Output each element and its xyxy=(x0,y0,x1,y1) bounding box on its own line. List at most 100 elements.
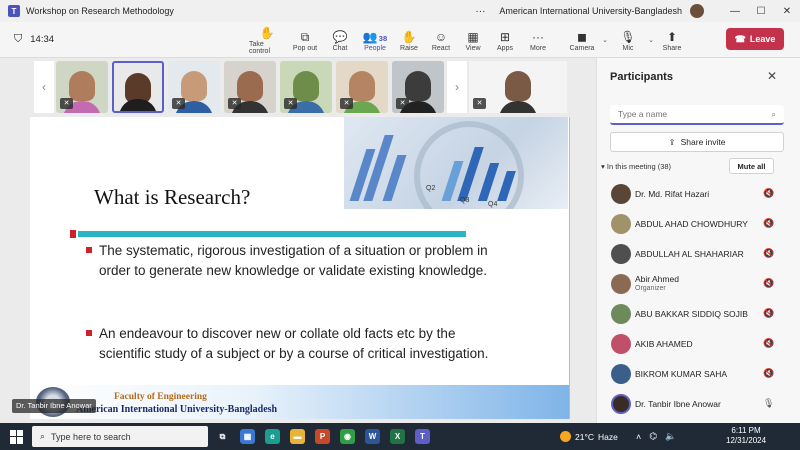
chevron-right-icon[interactable]: › xyxy=(447,61,467,113)
react-label: React xyxy=(431,44,451,52)
more-button[interactable]: ··· More xyxy=(521,22,555,58)
participant-name: BIKROM KUMAR SAHA xyxy=(635,369,728,379)
chat-button[interactable]: 💬 Chat xyxy=(323,22,357,58)
mic-off-icon[interactable]: 🔇 xyxy=(763,338,774,349)
mic-icon[interactable]: 🎙 xyxy=(763,398,774,409)
more-options-icon[interactable]: ··· xyxy=(475,6,485,17)
react-button[interactable]: ☺ React xyxy=(425,22,457,58)
mic-off-icon[interactable]: 🔇 xyxy=(763,308,774,319)
chevron-left-icon[interactable]: ‹ xyxy=(34,61,54,113)
powerpoint-icon[interactable]: P xyxy=(315,429,330,444)
participant-row[interactable]: BIKROM KUMAR SAHA 🔇 xyxy=(597,360,800,390)
mic-off-icon[interactable]: 🔇 xyxy=(763,188,774,199)
raise-hand-button[interactable]: ✋ Raise xyxy=(393,22,425,58)
apps-icon: ⊞ xyxy=(499,29,511,44)
shield-icon: ⛉ xyxy=(14,33,23,45)
chat-icon: 💬 xyxy=(332,29,348,44)
react-icon: ☺ xyxy=(434,29,448,44)
account-avatar[interactable] xyxy=(690,4,704,18)
participant-video-tile[interactable]: ✕ xyxy=(168,61,220,113)
taskbar-search-placeholder: Type here to search xyxy=(51,431,131,442)
file-explorer-icon[interactable]: ▬ xyxy=(290,429,305,444)
participant-video-tile[interactable]: ✕ xyxy=(280,61,332,113)
slide-photo-bar-chart: Q2 Q3 Q4 xyxy=(344,117,568,209)
mic-off-icon: ✕ xyxy=(473,98,486,109)
participant-video-tile[interactable]: ✕ xyxy=(224,61,276,113)
close-window-button[interactable]: ✕ xyxy=(774,6,800,17)
participant-video-tile[interactable]: ✕ xyxy=(56,61,108,113)
participant-video-tile[interactable] xyxy=(112,61,164,113)
avatar xyxy=(611,364,631,384)
sun-icon xyxy=(560,431,571,442)
share-icon: ⬆ xyxy=(666,29,678,44)
leave-label: Leave xyxy=(749,34,776,44)
taskbar-clock[interactable]: 6:11 PM 12/31/2024 xyxy=(726,426,766,446)
more-icon: ··· xyxy=(532,29,544,44)
windows-start-icon[interactable] xyxy=(10,429,24,444)
participant-name: AKIB AHAMED xyxy=(635,339,693,349)
mic-off-icon[interactable]: 🔇 xyxy=(763,248,774,259)
participant-video-tile[interactable]: ✕ xyxy=(336,61,388,113)
close-icon[interactable]: ✕ xyxy=(767,69,777,83)
meeting-toolbar: ⛉ 14:34 ✋ Take control ⧉ Pop out 💬 Chat 👥38 Peo… xyxy=(0,22,800,58)
participant-row[interactable]: Dr. Md. Rifat Hazari 🔇 xyxy=(597,180,800,210)
excel-icon[interactable]: X xyxy=(390,429,405,444)
participant-video-tile[interactable]: ✕ xyxy=(392,61,444,113)
view-icon: ▦ xyxy=(467,29,479,44)
mic-off-icon[interactable]: 🔇 xyxy=(763,218,774,229)
mic-off-icon: ✕ xyxy=(396,98,409,109)
take-control-label: Take control xyxy=(249,41,271,55)
participant-video-tile[interactable]: ✕ xyxy=(469,61,567,113)
participant-search[interactable]: ⌕ xyxy=(610,105,784,125)
windows-taskbar: ⌕ Type here to search ⧉ ▦ e ▬ P ◉ W X T 21°C Haz… xyxy=(0,423,800,450)
maximize-button[interactable]: ☐ xyxy=(748,6,774,17)
mic-options-chevron[interactable]: ⌄ xyxy=(645,22,657,58)
camera-options-chevron[interactable]: ⌄ xyxy=(599,22,611,58)
participant-row[interactable]: ABU BAKKAR SIDDIQ SOJIB 🔇 xyxy=(597,300,800,330)
mic-off-icon: ✕ xyxy=(60,98,73,109)
mic-off-icon[interactable]: 🔇 xyxy=(763,368,774,379)
mic-off-icon[interactable]: 🔇 xyxy=(763,278,774,289)
participant-row[interactable]: ABDULLAH AL SHAHARIAR 🔇 xyxy=(597,240,800,270)
mute-all-button[interactable]: Mute all xyxy=(729,158,774,174)
people-button[interactable]: 👥38 People xyxy=(357,22,393,58)
share-invite-button[interactable]: ⇪ Share invite xyxy=(610,132,784,152)
chevron-down-icon: ▾ xyxy=(601,162,605,171)
speaker-icon[interactable]: 🔈 xyxy=(665,431,676,442)
word-icon[interactable]: W xyxy=(365,429,380,444)
network-icon[interactable]: ⌬ xyxy=(649,431,657,442)
system-tray: ˄ ⌬ 🔈 xyxy=(636,423,676,450)
mic-button[interactable]: 🎙 Mic xyxy=(611,22,645,58)
pop-out-button[interactable]: ⧉ Pop out xyxy=(287,22,323,58)
participant-name: Dr. Md. Rifat Hazari xyxy=(635,189,710,199)
participant-row[interactable]: ABDUL AHAD CHOWDHURY 🔇 xyxy=(597,210,800,240)
camera-button[interactable]: ◼ Camera xyxy=(565,22,599,58)
apps-button[interactable]: ⊞ Apps xyxy=(489,22,521,58)
leave-button[interactable]: ☎ Leave xyxy=(726,28,784,50)
taskbar-search[interactable]: ⌕ Type here to search xyxy=(32,426,208,447)
participants-panel: Participants ✕ ⌕ ⇪ Share invite ▾ In thi… xyxy=(596,58,800,423)
in-meeting-section[interactable]: ▾ In this meeting (38) xyxy=(601,162,671,171)
chevron-up-icon[interactable]: ˄ xyxy=(636,432,641,442)
participant-search-input[interactable] xyxy=(618,109,758,119)
chart-label-q3: Q3 xyxy=(460,197,470,204)
participant-row[interactable]: Abir Ahmed Organizer 🔇 xyxy=(597,270,800,300)
view-button[interactable]: ▦ View xyxy=(457,22,489,58)
title-accent xyxy=(70,230,76,238)
share-label: Share xyxy=(662,44,682,52)
search-icon: ⌕ xyxy=(40,431,46,441)
avatar xyxy=(611,244,631,264)
take-control-button[interactable]: ✋ Take control xyxy=(247,22,287,58)
teams-icon[interactable]: T xyxy=(415,429,430,444)
minimize-button[interactable]: — xyxy=(722,6,748,17)
weather-widget[interactable]: 21°C Haze xyxy=(560,423,618,450)
chart-label-q4: Q4 xyxy=(488,201,498,208)
microsoft-store-icon[interactable]: ▦ xyxy=(240,429,255,444)
people-icon: 👥38 xyxy=(362,29,388,44)
edge-icon[interactable]: e xyxy=(265,429,280,444)
participant-row[interactable]: Dr. Tanbir Ibne Anowar 🎙 xyxy=(597,390,800,420)
chrome-icon[interactable]: ◉ xyxy=(340,429,355,444)
task-view-icon[interactable]: ⧉ xyxy=(215,429,230,444)
participant-row[interactable]: AKIB AHAMED 🔇 xyxy=(597,330,800,360)
share-button[interactable]: ⬆ Share xyxy=(657,22,687,58)
